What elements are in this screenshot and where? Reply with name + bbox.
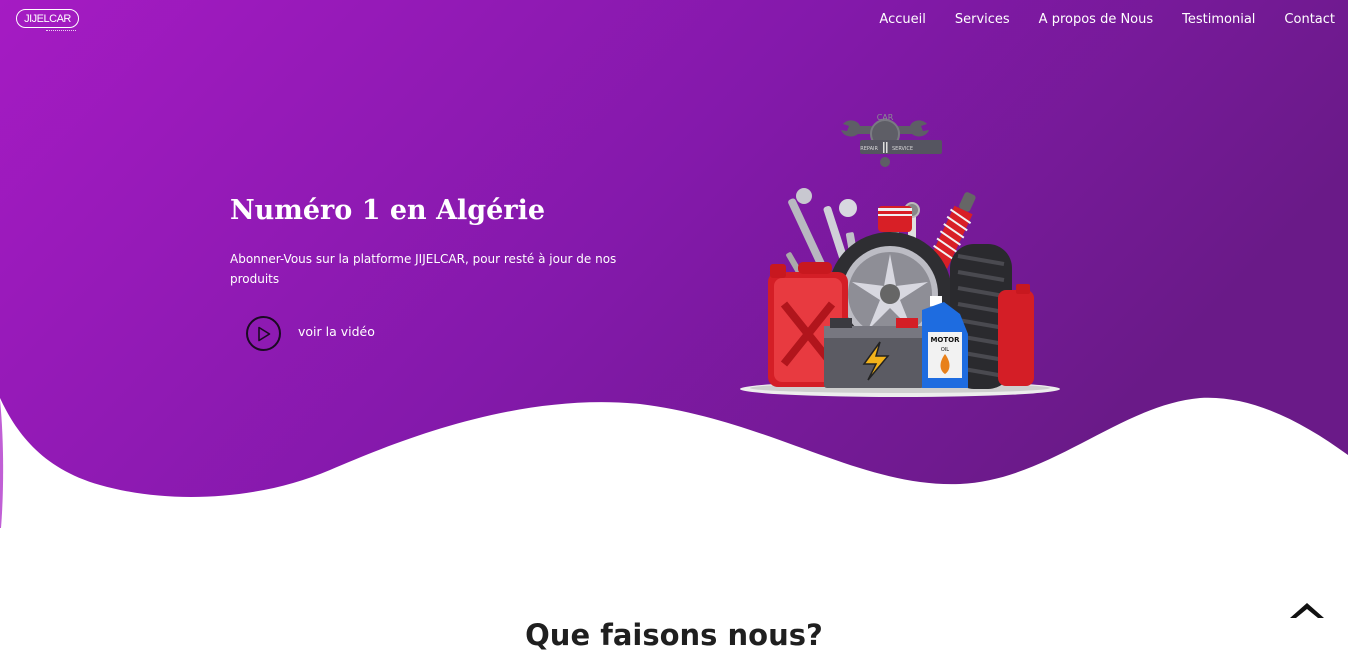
svg-text:MOTOR: MOTOR	[930, 336, 960, 344]
svg-text:REPAIR: REPAIR	[860, 146, 878, 152]
car-parts-illustration: CAR REPAIR SERVICE MOTOR OIL	[740, 113, 1060, 397]
svg-text:CAR: CAR	[877, 113, 894, 122]
nav-item-contact[interactable]: Contact	[1255, 12, 1335, 27]
svg-text:OIL: OIL	[941, 347, 949, 353]
jerrycan-right-icon	[998, 284, 1034, 386]
hero-subtitle: Abonner-Vous sur la platforme JIJELCAR, …	[230, 252, 617, 286]
nav-item-about[interactable]: A propos de Nous	[1010, 12, 1153, 27]
hero-title: Numéro 1 en Algérie	[230, 195, 546, 226]
play-icon	[257, 326, 270, 341]
nav-item-accueil[interactable]: Accueil	[850, 12, 925, 27]
scroll-to-top-button[interactable]	[1288, 600, 1326, 620]
play-video-button[interactable]	[246, 316, 281, 351]
main-nav: Accueil Services A propos de Nous Testim…	[850, 12, 1335, 27]
nav-item-testimonial[interactable]: Testimonial	[1153, 12, 1255, 27]
svg-text:SERVICE: SERVICE	[892, 146, 913, 152]
nav-item-services[interactable]: Services	[926, 12, 1010, 27]
logo-text: JIJELCAR	[24, 12, 71, 25]
car-repair-badge: CAR REPAIR SERVICE	[841, 113, 942, 167]
hero-section: JIJELCAR Accueil Services A propos de No…	[0, 0, 1348, 540]
hero-background	[0, 0, 1348, 528]
logo-frame: JIJELCAR	[16, 9, 79, 28]
battery-icon	[824, 318, 924, 388]
logo-tagline-dots	[46, 30, 76, 33]
section-title: Que faisons nous?	[525, 618, 823, 652]
chevron-up-icon	[1290, 603, 1324, 618]
video-label: voir la vidéo	[298, 324, 375, 339]
brand-logo[interactable]: JIJELCAR	[16, 9, 80, 35]
